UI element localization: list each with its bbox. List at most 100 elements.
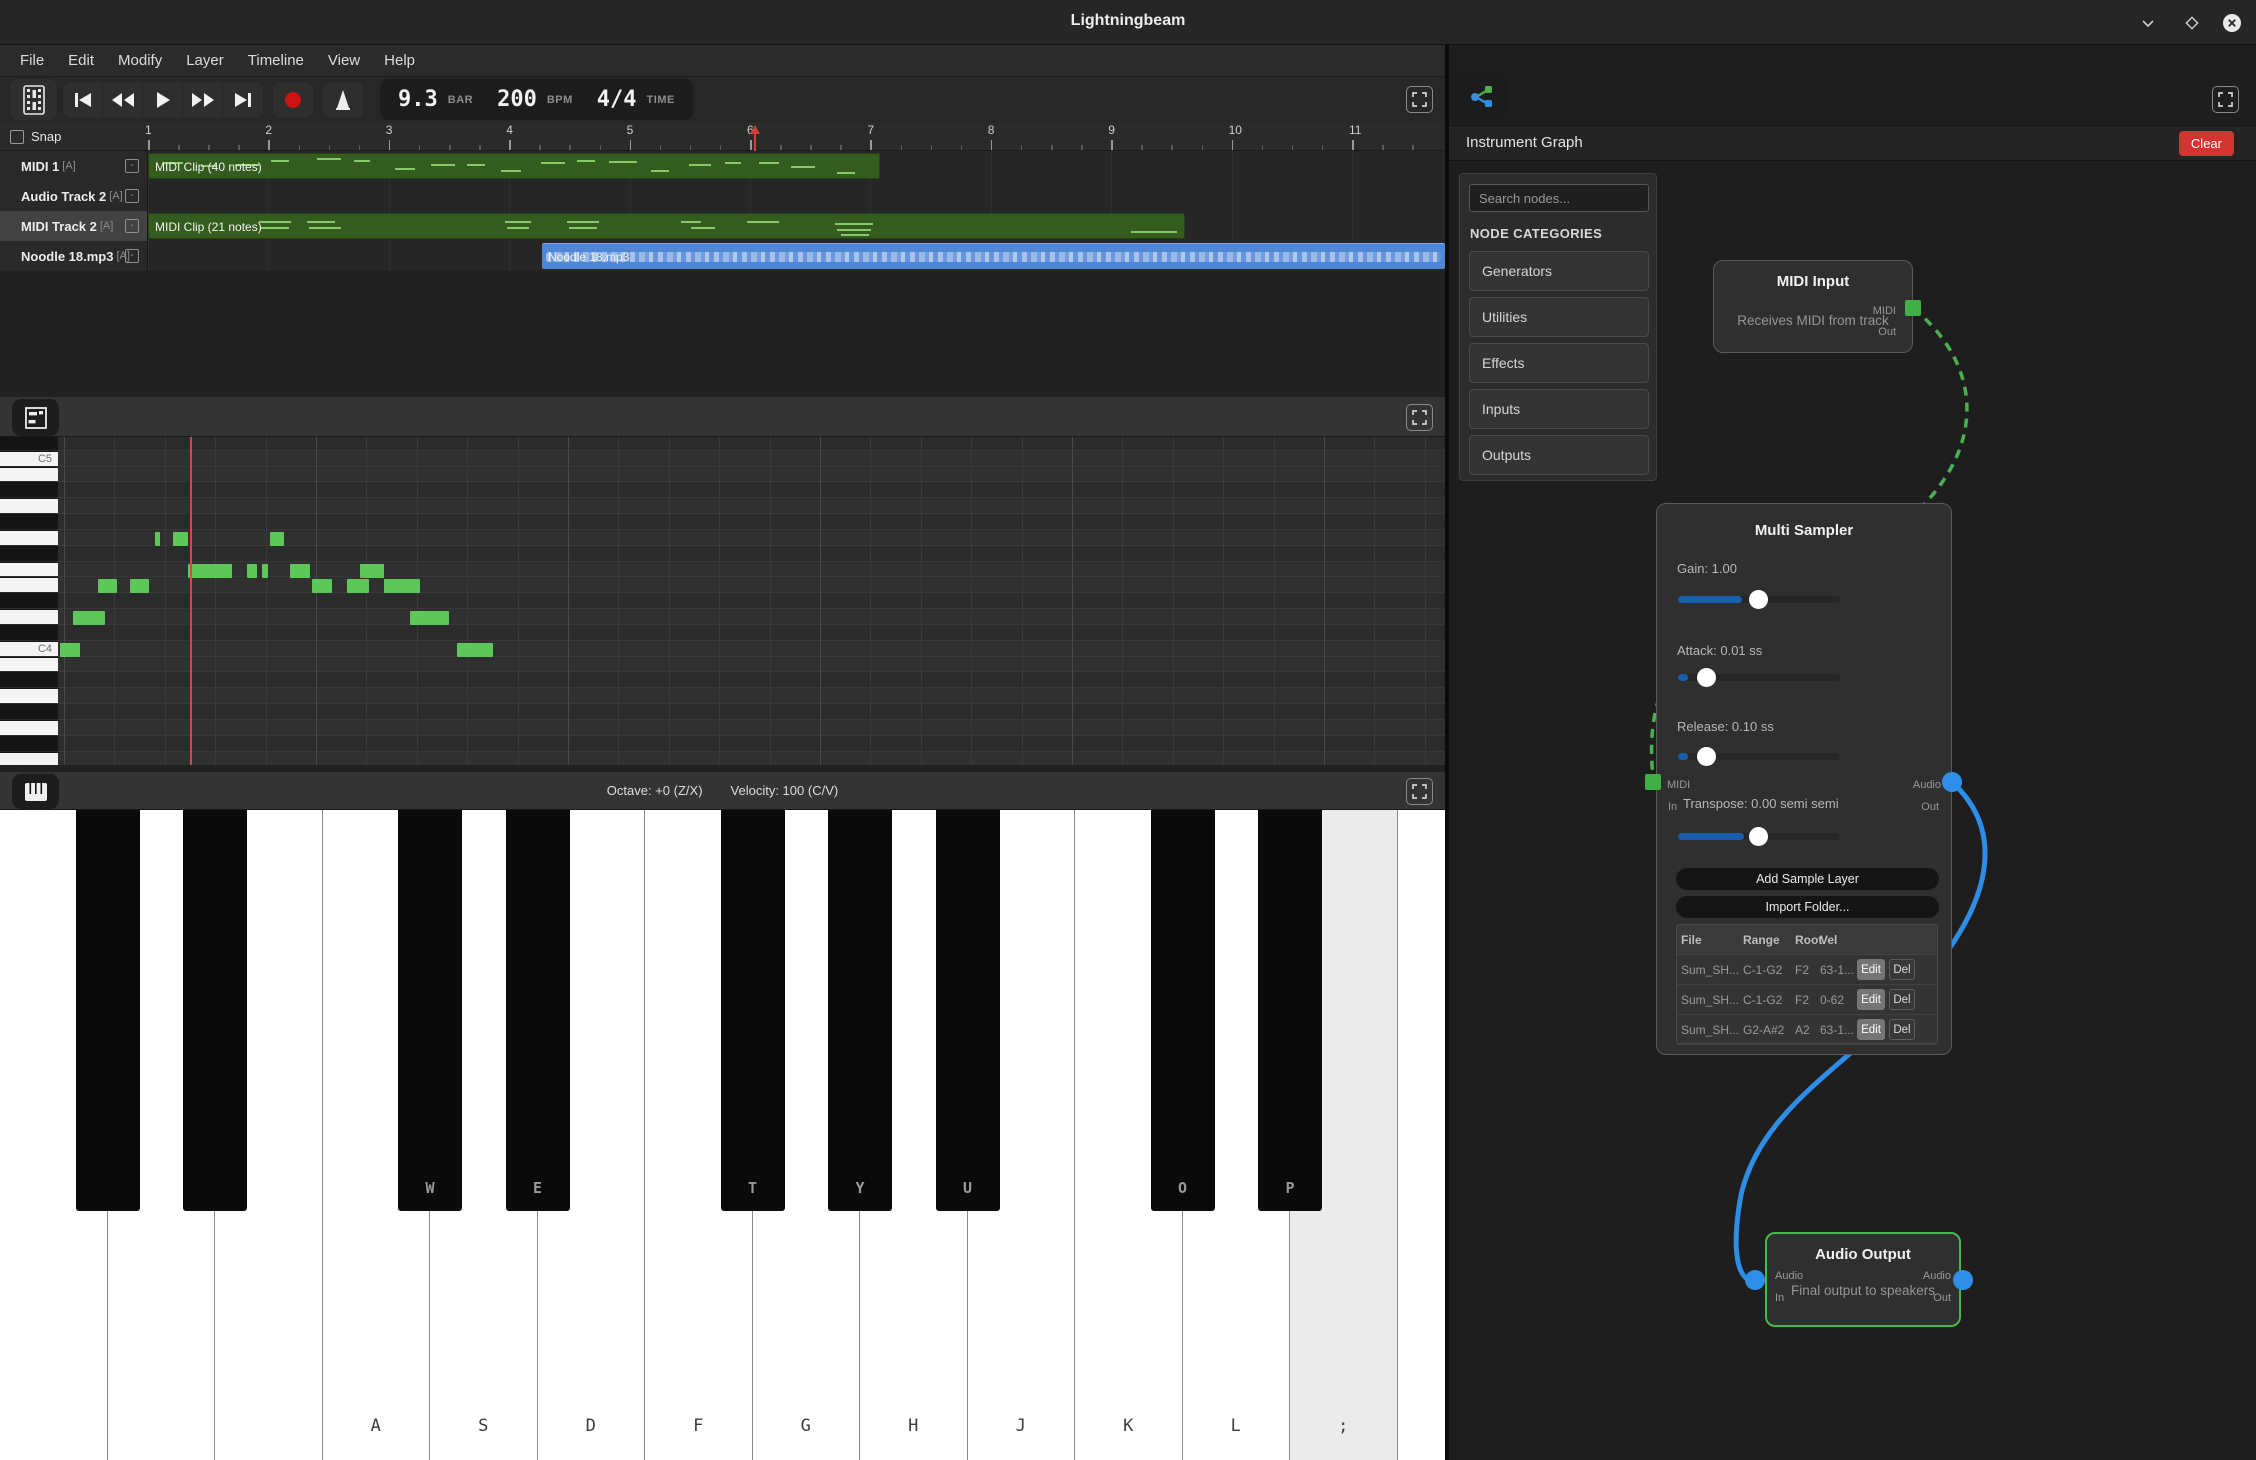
roll-key-A#4[interactable] xyxy=(0,483,58,498)
track-checkbox[interactable]: - xyxy=(125,189,139,203)
roll-key-D4[interactable] xyxy=(0,610,58,625)
menu-layer[interactable]: Layer xyxy=(174,45,236,77)
node-audio-output[interactable]: Audio Output Audio In Audio Out Final ou… xyxy=(1765,1232,1961,1327)
midi-note[interactable] xyxy=(247,564,257,578)
roll-key-F#4[interactable] xyxy=(0,547,58,562)
transpose-slider[interactable] xyxy=(1678,833,1840,840)
category-inputs[interactable]: Inputs xyxy=(1469,389,1649,429)
search-input[interactable] xyxy=(1469,184,1649,212)
roll-key-A#3[interactable] xyxy=(0,673,58,688)
keyboard-expand-button[interactable] xyxy=(1406,778,1433,805)
add-sample-layer-button[interactable]: Add Sample Layer xyxy=(1676,868,1939,890)
midi-input-out-port[interactable] xyxy=(1905,300,1921,316)
roll-key-C#4[interactable] xyxy=(0,626,58,641)
release-slider[interactable] xyxy=(1678,753,1840,760)
roll-key-A4[interactable] xyxy=(0,499,58,514)
roll-key-A3[interactable] xyxy=(0,689,58,704)
roll-key-B4[interactable] xyxy=(0,468,58,483)
roll-key-E4[interactable] xyxy=(0,578,58,593)
midi-note[interactable] xyxy=(312,579,332,593)
track-checkbox[interactable]: - xyxy=(125,159,139,173)
midi-note[interactable] xyxy=(360,564,384,578)
sampler-midi-in-port[interactable] xyxy=(1645,774,1661,790)
midi-note[interactable] xyxy=(290,564,310,578)
clear-button[interactable]: Clear xyxy=(2179,131,2234,156)
track-checkbox[interactable]: - xyxy=(125,219,139,233)
piano-roll-key-sidebar[interactable]: C5C4 xyxy=(0,437,58,765)
midi-note[interactable] xyxy=(173,532,188,546)
black-key-Y[interactable]: Y xyxy=(828,810,892,1211)
midi-clip[interactable]: MIDI Clip (40 notes) xyxy=(148,153,880,179)
midi-clip[interactable]: MIDI Clip (21 notes) xyxy=(148,213,1185,239)
roll-key-G4[interactable] xyxy=(0,531,58,546)
midi-note[interactable] xyxy=(270,532,284,546)
audio-output-out-port[interactable] xyxy=(1953,1270,1973,1290)
midi-note[interactable] xyxy=(60,643,80,657)
black-key-E[interactable]: E xyxy=(506,810,570,1211)
metronome-button[interactable] xyxy=(323,82,363,118)
fast-forward-button[interactable] xyxy=(183,82,223,118)
midi-note[interactable] xyxy=(262,564,268,578)
roll-key-F3[interactable] xyxy=(0,753,58,765)
time-display[interactable]: 9.3 BAR 200 BPM 4/4 TIME xyxy=(380,79,693,120)
black-key-U[interactable]: U xyxy=(936,810,1000,1211)
attack-slider[interactable] xyxy=(1678,674,1840,681)
roll-key-F4[interactable] xyxy=(0,563,58,578)
film-tool-button[interactable] xyxy=(10,79,57,120)
edit-button[interactable]: Edit xyxy=(1857,1019,1885,1040)
black-key-W[interactable]: W xyxy=(398,810,462,1211)
white-key[interactable] xyxy=(1398,810,1446,1460)
node-midi-input[interactable]: MIDI Input MIDI Receives MIDI from track… xyxy=(1713,260,1913,353)
del-button[interactable]: Del xyxy=(1889,1019,1915,1040)
graph-tool-button[interactable] xyxy=(1457,74,1507,119)
roll-key-D#4[interactable] xyxy=(0,594,58,609)
track-header-1[interactable]: MIDI 1[A]- xyxy=(0,151,148,181)
track-checkbox[interactable]: - xyxy=(125,249,139,263)
node-multi-sampler[interactable]: Multi Sampler Gain: 1.00 Attack: 0.01 ss… xyxy=(1656,503,1952,1055)
sampler-audio-out-port[interactable] xyxy=(1942,772,1962,792)
close-icon[interactable] xyxy=(2220,11,2244,35)
category-outputs[interactable]: Outputs xyxy=(1469,435,1649,475)
audio-output-in-port[interactable] xyxy=(1745,1270,1765,1290)
timeline-expand-button[interactable] xyxy=(1406,86,1433,113)
skip-to-start-button[interactable] xyxy=(63,82,103,118)
midi-note[interactable] xyxy=(130,579,149,593)
piano-roll-tool-button[interactable] xyxy=(12,399,59,436)
roll-key-G3[interactable] xyxy=(0,721,58,736)
roll-key-B3[interactable] xyxy=(0,658,58,673)
import-folder-button[interactable]: Import Folder... xyxy=(1676,896,1939,918)
piano-roll[interactable]: C5C4 xyxy=(0,437,1445,765)
menu-edit[interactable]: Edit xyxy=(56,45,106,77)
track-header-3[interactable]: MIDI Track 2[A]- xyxy=(0,211,148,241)
menu-timeline[interactable]: Timeline xyxy=(236,45,316,77)
midi-note[interactable] xyxy=(98,579,117,593)
track-header-2[interactable]: Audio Track 2[A]- xyxy=(0,181,148,211)
maximize-icon[interactable] xyxy=(2180,11,2204,35)
piano-roll-expand-button[interactable] xyxy=(1406,404,1433,431)
midi-note[interactable] xyxy=(155,532,160,546)
roll-key-G#4[interactable] xyxy=(0,515,58,530)
rewind-button[interactable] xyxy=(103,82,143,118)
menu-file[interactable]: File xyxy=(8,45,56,77)
category-utilities[interactable]: Utilities xyxy=(1469,297,1649,337)
timeline-ruler[interactable]: Snap 1234567891011 xyxy=(0,122,1445,151)
midi-note[interactable] xyxy=(384,579,420,593)
menu-view[interactable]: View xyxy=(316,45,372,77)
midi-note[interactable] xyxy=(347,579,369,593)
audio-clip[interactable]: Noodle 18.mp3 xyxy=(542,243,1445,269)
black-key[interactable] xyxy=(76,810,140,1211)
midi-note[interactable] xyxy=(457,643,493,657)
roll-key-C4[interactable]: C4 xyxy=(0,642,58,657)
edit-button[interactable]: Edit xyxy=(1857,959,1885,980)
category-effects[interactable]: Effects xyxy=(1469,343,1649,383)
gain-slider[interactable] xyxy=(1678,596,1840,603)
roll-key-F#3[interactable] xyxy=(0,737,58,752)
roll-key-C#5[interactable] xyxy=(0,437,58,451)
black-key-O[interactable]: O xyxy=(1151,810,1215,1211)
snap-checkbox[interactable] xyxy=(10,130,24,144)
track-header-4[interactable]: Noodle 18.mp3[A]- xyxy=(0,241,148,271)
black-key-T[interactable]: T xyxy=(721,810,785,1211)
menu-modify[interactable]: Modify xyxy=(106,45,174,77)
black-key[interactable] xyxy=(183,810,247,1211)
midi-note[interactable] xyxy=(188,564,232,578)
